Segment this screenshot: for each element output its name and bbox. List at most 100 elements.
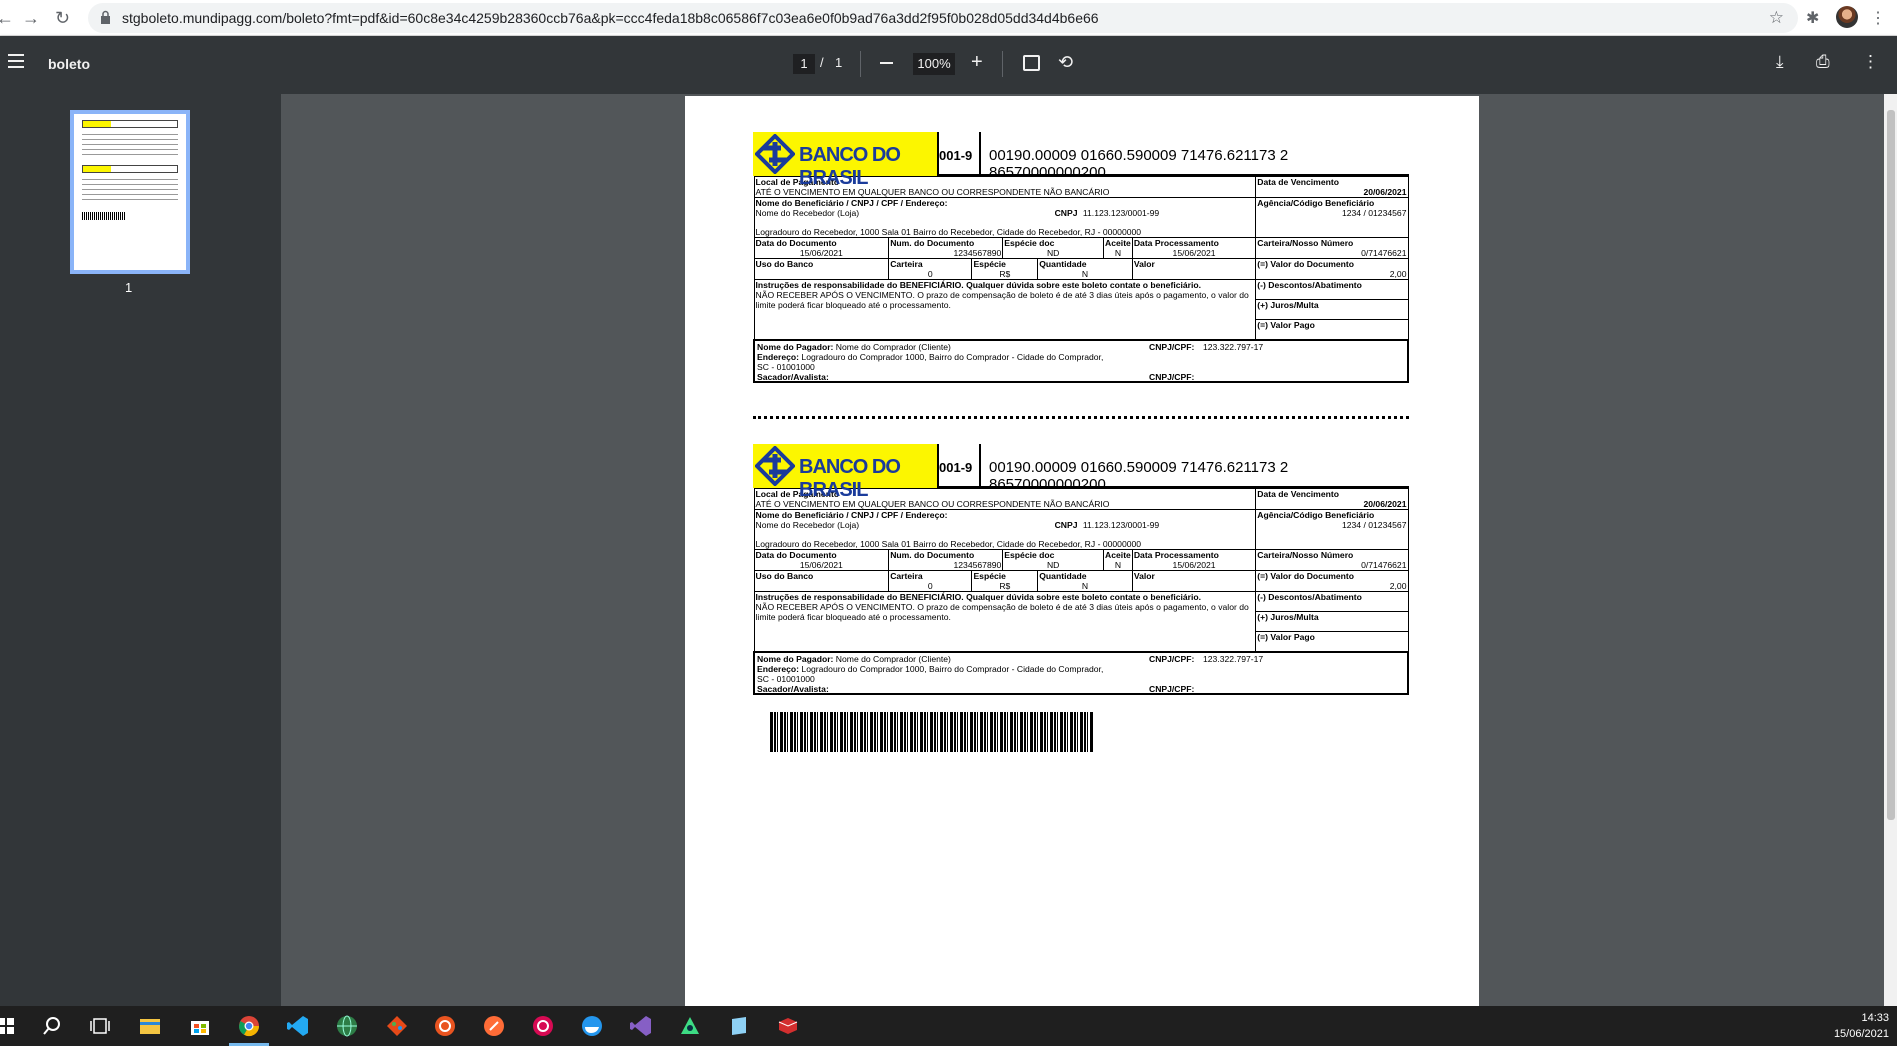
num-doc-value: 1234567890 [953, 248, 1002, 258]
endereco-label: Endereço: [757, 663, 800, 674]
data-doc-value: 15/06/2021 [799, 560, 843, 570]
extensions-icon[interactable]: ✱ [1806, 8, 1819, 28]
hamburger-menu-icon[interactable] [8, 54, 24, 68]
sacador-cpf-label: CNPJ/CPF: [1149, 683, 1195, 694]
carteira-value: 0 [927, 269, 933, 279]
bank-logo-icon [755, 446, 795, 486]
pdf-toolbar: boleto 1 / 1 100% + ⟲ ⤓ ⎙ ⋮ [0, 36, 1897, 94]
data-doc-value: 15/06/2021 [799, 248, 843, 258]
quantidade-label: Quantidade [1039, 259, 1087, 269]
beneficiario-address: Logradouro do Recebedor, 1000 Sala 01 Ba… [755, 539, 1142, 549]
page-total: 1 [835, 55, 843, 70]
android-studio-icon[interactable] [678, 1014, 702, 1038]
instrucoes-value: NÃO RECEBER APÓS O VENCIMENTO. O prazo d… [755, 602, 1249, 622]
especie-label: Espécie [973, 259, 1006, 269]
store-icon[interactable] [188, 1014, 212, 1038]
agencia-value: 1234 / 01234567 [1341, 208, 1407, 218]
agencia-label: Agência/Código Beneficiário [1257, 510, 1375, 520]
beneficiario-label: Nome do Beneficiário / CNPJ / CPF / Ende… [755, 198, 948, 208]
lock-icon [101, 10, 110, 24]
header-divider [979, 132, 981, 176]
especie-doc-label: Espécie doc [1004, 550, 1055, 560]
juros-label: (+) Juros/Multa [1257, 612, 1319, 622]
especie-value: R$ [999, 269, 1011, 279]
boleto-header: BANCO DO BRASIL 001-9 00190.00009 01660.… [753, 132, 1409, 189]
nosso-num-label: Carteira/Nosso Número [1257, 550, 1354, 560]
browser-menu-icon[interactable]: ⋮ [1870, 8, 1886, 28]
toolbar-divider [860, 51, 861, 77]
pagador-cpf-value: 123.322.797-17 [1203, 341, 1264, 352]
page-separator: / [820, 55, 824, 70]
debian-icon[interactable] [531, 1014, 555, 1038]
visual-studio-icon[interactable] [629, 1014, 653, 1038]
address-bar[interactable]: stgboleto.mundipagg.com/boleto?fmt=pdf&i… [88, 3, 1798, 33]
bank-logo: BANCO DO BRASIL [753, 132, 937, 189]
beneficiario-name: Nome do Recebedor (Loja) [755, 208, 860, 218]
reload-icon[interactable]: ↻ [55, 8, 70, 29]
beneficiario-address: Logradouro do Recebedor, 1000 Sala 01 Ba… [755, 227, 1142, 237]
carteira-value: 0 [927, 581, 933, 591]
download-icon[interactable]: ⤓ [1776, 52, 1784, 72]
clock-time: 14:33 [1861, 1012, 1889, 1024]
fit-page-icon[interactable] [1023, 55, 1040, 71]
chrome-icon[interactable] [237, 1014, 261, 1038]
instrucoes-label: Instruções de responsabilidade do BENEFI… [755, 280, 1202, 290]
page-number-input[interactable]: 1 [793, 54, 815, 74]
postman-icon[interactable] [482, 1014, 506, 1038]
valor-doc-label: (=) Valor do Documento [1257, 259, 1354, 269]
data-doc-label: Data do Documento [755, 238, 837, 248]
aceite-value: N [1114, 560, 1122, 570]
nosso-num-label: Carteira/Nosso Número [1257, 238, 1354, 248]
task-view-icon[interactable] [88, 1014, 112, 1038]
boleto-header: BANCO DO BRASIL 001-9 00190.00009 01660.… [753, 444, 1409, 501]
aceite-label: Aceite [1105, 238, 1131, 248]
zoom-in-icon[interactable]: + [971, 52, 983, 72]
boleto-table: Local de Pagamento ATÉ O VENCIMENTO EM QU… [753, 488, 1409, 695]
profile-avatar[interactable] [1836, 6, 1858, 28]
valor-doc-value: 2,00 [1389, 581, 1407, 591]
bookmark-star-icon[interactable]: ☆ [1769, 8, 1784, 28]
notepad-icon[interactable] [727, 1014, 751, 1038]
pagador-cpf-value: 123.322.797-17 [1203, 653, 1264, 664]
valor-pago-label: (=) Valor Pago [1257, 632, 1315, 642]
sacador-label: Sacador/Avalista: [757, 371, 829, 382]
print-icon[interactable]: ⎙ [1816, 52, 1830, 72]
system-clock[interactable]: 14:33 15/06/2021 [1834, 1010, 1889, 1042]
pdf-page: BANCO DO BRASIL 001-9 00190.00009 01660.… [685, 96, 1479, 1006]
num-doc-label: Num. do Documento [890, 550, 975, 560]
git-icon[interactable] [385, 1014, 409, 1038]
valor-pago-label: (=) Valor Pago [1257, 320, 1315, 330]
quantidade-value: N [1081, 581, 1089, 591]
scrollbar-thumb[interactable] [1887, 110, 1895, 820]
url-text[interactable]: stgboleto.mundipagg.com/boleto?fmt=pdf&i… [122, 10, 1099, 26]
vscode-icon[interactable] [286, 1014, 310, 1038]
docker-icon[interactable] [580, 1014, 604, 1038]
globe-app-icon[interactable] [335, 1014, 359, 1038]
more-actions-icon[interactable]: ⋮ [1862, 52, 1879, 72]
especie-doc-value: ND [1046, 248, 1060, 258]
download-shelf [0, 1046, 1897, 1060]
back-icon[interactable]: ← [0, 8, 14, 29]
windows-start-icon[interactable] [0, 1014, 18, 1038]
digitable-line: 00190.00009 01660.590009 71476.621173 2 … [989, 147, 1289, 181]
header-divider [979, 444, 981, 488]
terminal-icon[interactable] [776, 1014, 800, 1038]
data-proc-value: 15/06/2021 [1172, 248, 1216, 258]
ubuntu-icon[interactable] [433, 1014, 457, 1038]
cnpj-label: CNPJ [1054, 208, 1078, 218]
boleto-table: Local de Pagamento ATÉ O VENCIMENTO EM QU… [753, 176, 1409, 383]
rotate-icon[interactable]: ⟲ [1058, 52, 1073, 73]
file-explorer-icon[interactable] [138, 1014, 162, 1038]
zoom-out-icon[interactable] [880, 62, 893, 64]
uso-banco-label: Uso do Banco [755, 571, 814, 581]
zoom-level-input[interactable]: 100% [913, 53, 955, 75]
instrucoes-label: Instruções de responsabilidade do BENEFI… [755, 592, 1202, 602]
page-thumbnail[interactable] [70, 110, 190, 274]
cnpj-value: 11.123.123/0001-99 [1082, 520, 1160, 530]
barcode [770, 712, 1093, 752]
search-icon[interactable] [40, 1014, 64, 1038]
descontos-label: (-) Descontos/Abatimento [1257, 280, 1362, 290]
nosso-num-value: 0/71476621 [1361, 248, 1407, 258]
pagador-value: Nome do Comprador (Cliente) [835, 341, 951, 352]
forward-icon[interactable]: → [22, 8, 40, 29]
